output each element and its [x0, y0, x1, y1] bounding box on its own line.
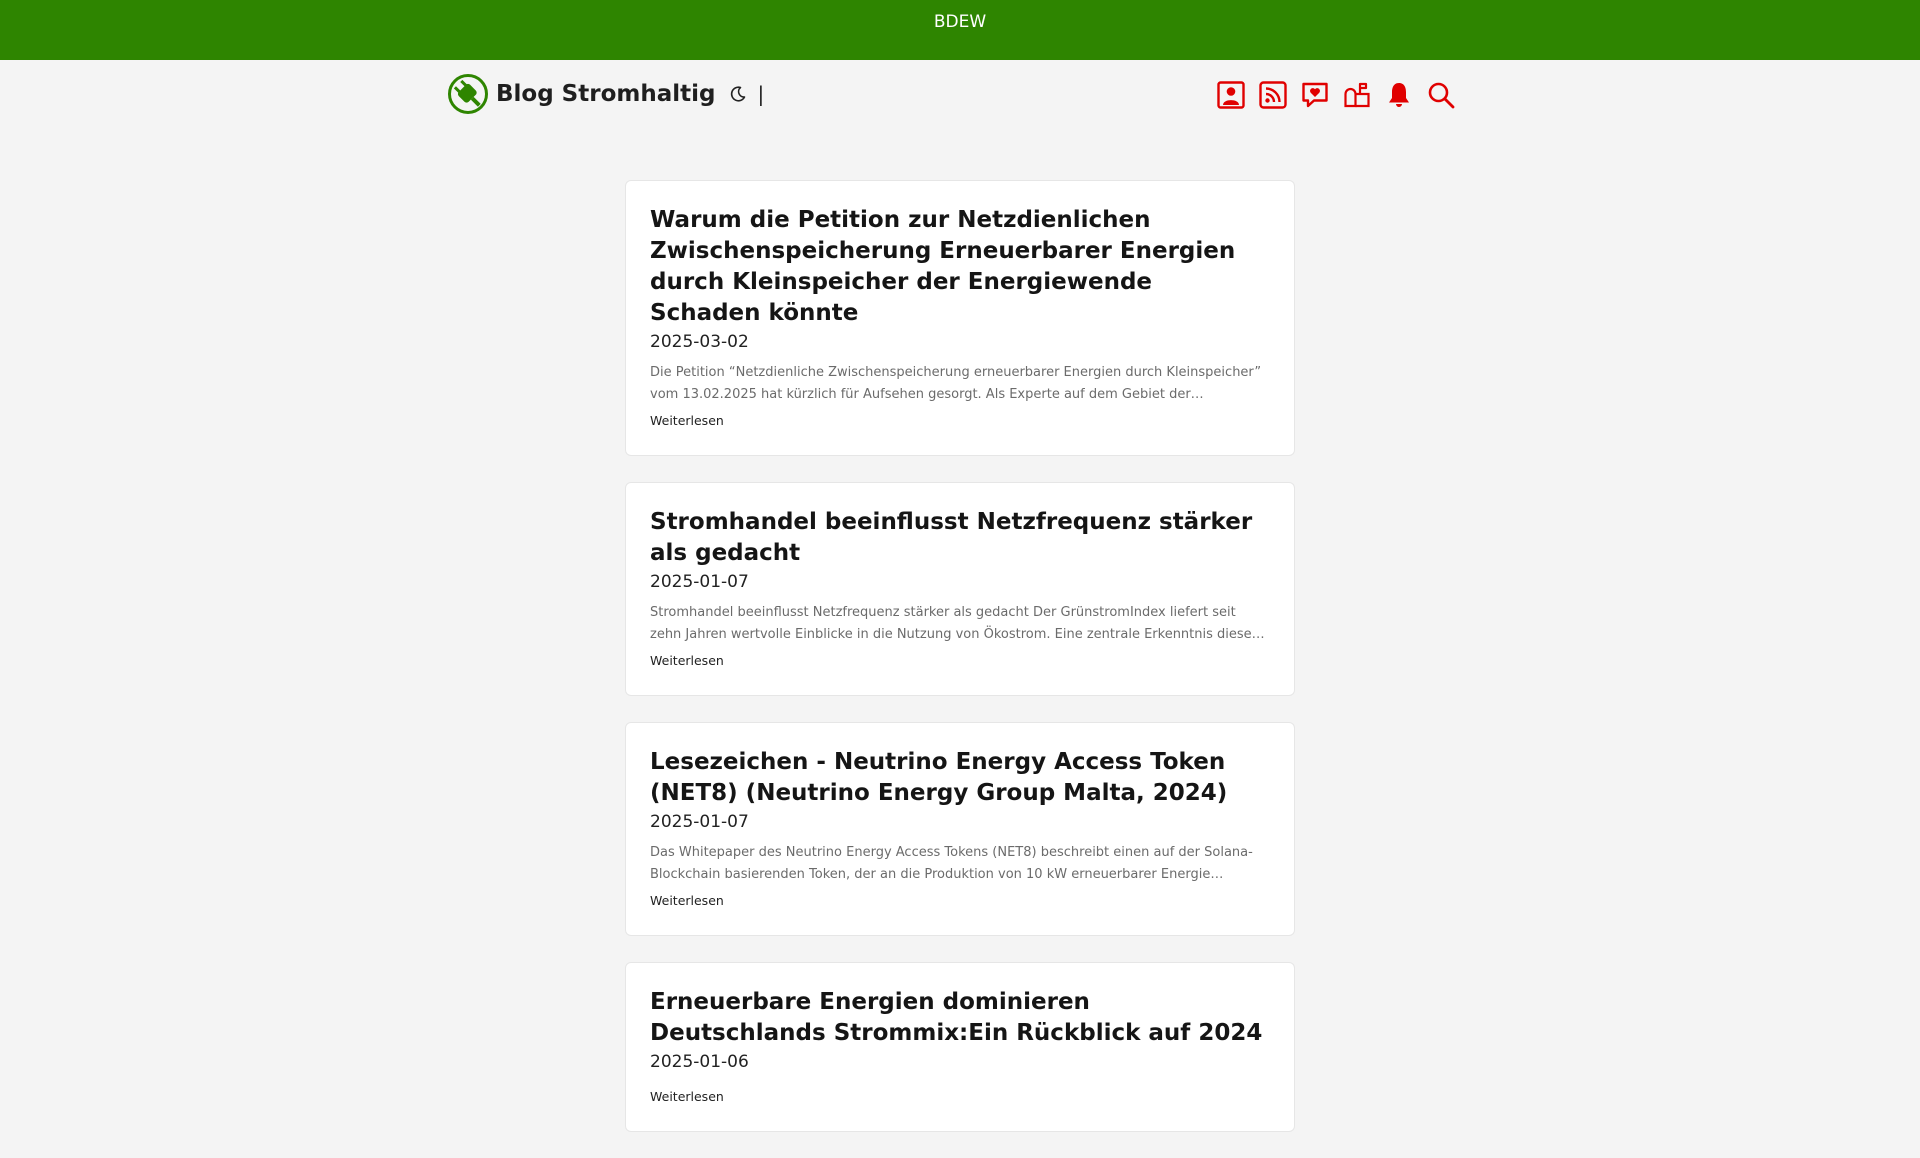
dark-mode-toggle[interactable] [727, 83, 749, 105]
read-more-link[interactable]: Weiterlesen [650, 1089, 724, 1104]
bell-icon [1389, 83, 1409, 107]
plug-logo-icon[interactable] [446, 72, 490, 116]
bdew-link[interactable]: BDEW [934, 14, 986, 31]
post-feed: Warum die Petition zur Netzdienlichen Zw… [625, 180, 1295, 1158]
post-title[interactable]: Erneuerbare Energien dominieren Deutschl… [650, 987, 1270, 1049]
post-date: 2025-01-06 [650, 1052, 749, 1072]
post-date: 2025-01-07 [650, 572, 749, 592]
read-more-link[interactable]: Weiterlesen [650, 413, 724, 428]
profile-button[interactable] [1214, 78, 1248, 112]
rss-icon [1259, 81, 1287, 109]
post-title[interactable]: Stromhandel beeinflusst Netzfrequenz stä… [650, 507, 1270, 569]
post-card: Erneuerbare Energien dominieren Deutschl… [625, 962, 1295, 1132]
search-button[interactable] [1424, 78, 1458, 112]
post-excerpt: Das Whitepaper des Neutrino Energy Acces… [650, 845, 1253, 882]
moon-icon [731, 86, 746, 102]
read-more-link[interactable]: Weiterlesen [650, 653, 724, 668]
mailbox-icon [1344, 82, 1370, 108]
brand: Blog Stromhaltig | [446, 72, 764, 116]
heart-message-icon [1302, 82, 1328, 108]
search-icon [1428, 82, 1455, 109]
header-separator: | [757, 82, 765, 106]
post-card: Warum die Petition zur Netzdienlichen Zw… [625, 180, 1295, 456]
post-title[interactable]: Warum die Petition zur Netzdienlichen Zw… [650, 205, 1270, 329]
newsletter-button[interactable] [1340, 78, 1374, 112]
read-more-link[interactable]: Weiterlesen [650, 893, 724, 908]
post-date: 2025-01-07 [650, 812, 749, 832]
post-card: Stromhandel beeinflusst Netzfrequenz stä… [625, 482, 1295, 696]
rss-button[interactable] [1256, 78, 1290, 112]
site-title[interactable]: Blog Stromhaltig [496, 81, 715, 107]
post-excerpt: Die Petition “Netzdienliche Zwischenspei… [650, 365, 1262, 402]
site-header: Blog Stromhaltig | [446, 70, 1458, 120]
post-title[interactable]: Lesezeichen - Neutrino Energy Access Tok… [650, 747, 1270, 809]
user-icon [1217, 81, 1245, 109]
post-card: Lesezeichen - Neutrino Energy Access Tok… [625, 722, 1295, 936]
top-banner: BDEW [0, 0, 1920, 60]
header-actions [1206, 78, 1458, 112]
notifications-button[interactable] [1382, 78, 1416, 112]
post-excerpt: Stromhandel beeinflusst Netzfrequenz stä… [650, 605, 1258, 642]
post-date: 2025-03-02 [650, 332, 749, 352]
contact-button[interactable] [1298, 78, 1332, 112]
